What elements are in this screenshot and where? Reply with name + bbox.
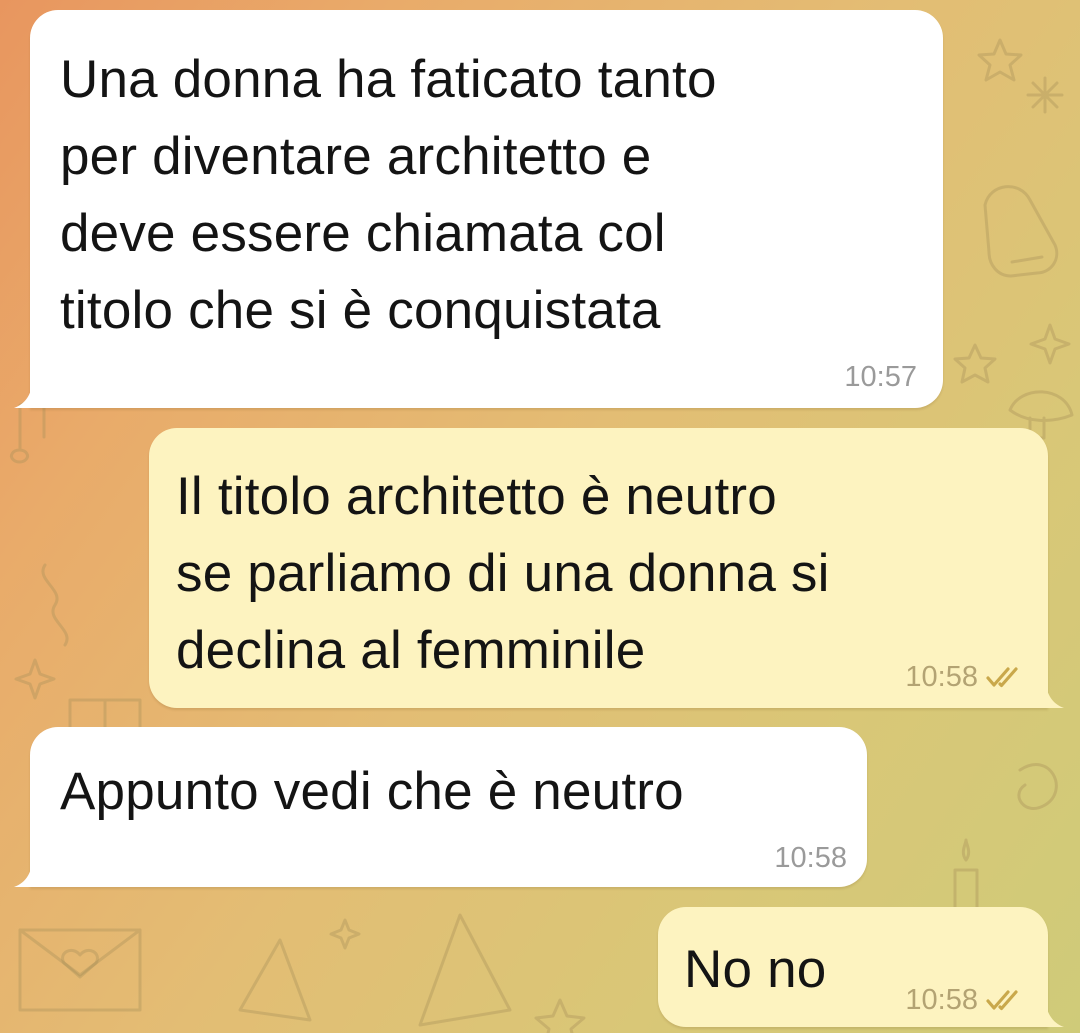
snowflake-doodle-icon bbox=[1026, 76, 1064, 114]
sparkle2-doodle-icon bbox=[14, 658, 56, 700]
outgoing-message-bubble[interactable]: No no 10:58 bbox=[658, 907, 1064, 1027]
bubble-tail bbox=[1034, 993, 1064, 1027]
message-text: No no bbox=[684, 940, 827, 999]
heart-doodle-icon bbox=[61, 949, 99, 979]
double-check-icon bbox=[986, 990, 1018, 1011]
ribbon-doodle-icon bbox=[41, 563, 69, 647]
message-time: 10:57 bbox=[844, 361, 917, 393]
message-meta: 10:58 bbox=[905, 983, 1026, 1017]
sparkle-doodle-icon bbox=[1029, 323, 1071, 365]
double-check-icon bbox=[986, 667, 1018, 688]
star-doodle-icon bbox=[977, 38, 1023, 82]
message-time: 10:58 bbox=[774, 842, 847, 874]
message-meta: 10:58 bbox=[774, 841, 847, 875]
swirl-doodle-icon bbox=[1017, 763, 1058, 810]
incoming-message-bubble[interactable]: Appunto vedi che è neutro 10:58 bbox=[14, 727, 867, 887]
message-time: 10:58 bbox=[905, 661, 978, 693]
star3-doodle-icon bbox=[534, 998, 586, 1033]
message-text: Una donna ha faticato tanto per diventar… bbox=[60, 50, 717, 340]
bubble-tail bbox=[14, 374, 44, 408]
incoming-message-bubble[interactable]: Una donna ha faticato tanto per diventar… bbox=[14, 10, 943, 408]
envelope-doodle-icon bbox=[18, 928, 142, 1012]
pizza-doodle-icon bbox=[418, 913, 512, 1027]
star2-doodle-icon bbox=[953, 343, 997, 384]
message-meta: 10:58 bbox=[905, 660, 1026, 694]
message-time: 10:58 bbox=[905, 984, 978, 1016]
bubble-tail bbox=[1034, 674, 1064, 708]
sparkle3-doodle-icon bbox=[329, 918, 361, 950]
bubble-tail bbox=[14, 853, 44, 887]
message-text: Il titolo architetto è neutro se parliam… bbox=[176, 467, 830, 680]
message-meta: 10:57 bbox=[844, 360, 917, 394]
outgoing-message-bubble[interactable]: Il titolo architetto è neutro se parliam… bbox=[149, 428, 1064, 708]
party-hat-doodle-icon bbox=[238, 938, 312, 1022]
message-text: Appunto vedi che è neutro bbox=[60, 762, 684, 821]
mitten-doodle-icon bbox=[983, 185, 1059, 278]
